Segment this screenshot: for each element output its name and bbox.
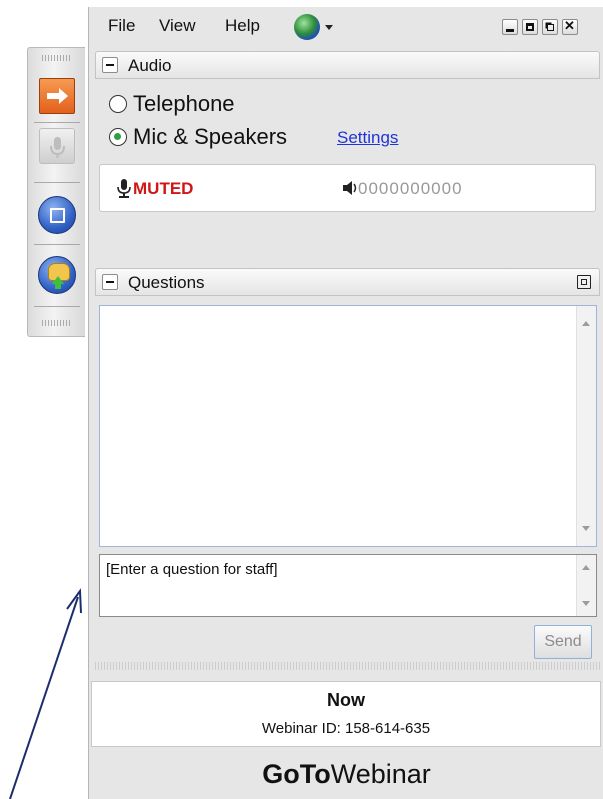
session-info: Now Webinar ID: 158-614-635 bbox=[91, 681, 601, 747]
menu-file[interactable]: File bbox=[108, 16, 135, 36]
session-name: Now bbox=[327, 690, 365, 710]
question-input-scrollbar[interactable] bbox=[576, 555, 596, 616]
audio-section-header: Audio bbox=[95, 51, 600, 79]
scroll-down-icon[interactable] bbox=[582, 601, 590, 606]
menu-view[interactable]: View bbox=[159, 16, 196, 36]
scroll-up-icon[interactable] bbox=[582, 321, 590, 326]
resize-grip[interactable] bbox=[95, 662, 600, 670]
questions-section-header: Questions bbox=[95, 268, 600, 296]
popout-icon[interactable] bbox=[577, 275, 591, 289]
minimize-button[interactable] bbox=[502, 19, 518, 35]
telephone-label[interactable]: Telephone bbox=[133, 91, 235, 117]
brand-logo-rest: Webinar bbox=[330, 759, 431, 789]
mic-speakers-label[interactable]: Mic & Speakers bbox=[133, 124, 287, 150]
grab-toolbar bbox=[27, 47, 85, 337]
toolbar-grip-top[interactable] bbox=[42, 55, 70, 61]
screen-button[interactable] bbox=[38, 196, 76, 234]
telephone-radio[interactable] bbox=[109, 95, 127, 113]
question-input-placeholder: [Enter a question for staff] bbox=[106, 561, 278, 578]
audio-collapse-button[interactable] bbox=[102, 57, 118, 73]
brand-logo-bold: GoTo bbox=[262, 759, 331, 789]
menu-help[interactable]: Help bbox=[225, 16, 260, 36]
questions-collapse-button[interactable] bbox=[102, 274, 118, 290]
raise-hand-button[interactable] bbox=[38, 256, 76, 294]
microphone-icon bbox=[50, 137, 65, 158]
microphone-icon bbox=[117, 179, 131, 198]
scroll-down-icon[interactable] bbox=[582, 526, 590, 531]
settings-link[interactable]: Settings bbox=[337, 128, 398, 148]
maximize-button[interactable] bbox=[522, 19, 538, 35]
arrow-icon bbox=[47, 88, 68, 104]
screen-icon bbox=[50, 208, 65, 223]
toolbar-grip-bottom[interactable] bbox=[42, 320, 70, 326]
scroll-up-icon[interactable] bbox=[582, 565, 590, 570]
speaker-level-meter: 0000000000 bbox=[358, 179, 463, 198]
control-panel: File View Help Audio Telephone Mic & Spe… bbox=[88, 7, 603, 799]
toggle-panel-button[interactable] bbox=[39, 78, 75, 114]
mic-speakers-radio[interactable] bbox=[109, 128, 127, 146]
chevron-down-icon[interactable] bbox=[325, 25, 333, 30]
question-input[interactable]: [Enter a question for staff] bbox=[99, 554, 597, 617]
audio-status-box: MUTED 0000000000 bbox=[99, 164, 596, 212]
questions-title: Questions bbox=[128, 273, 205, 292]
restore-button[interactable] bbox=[542, 19, 558, 35]
webinar-id: Webinar ID: 158-614-635 bbox=[261, 720, 431, 737]
questions-log[interactable] bbox=[99, 305, 597, 547]
send-button[interactable]: Send bbox=[534, 625, 592, 659]
close-button[interactable] bbox=[562, 18, 578, 35]
questions-log-scrollbar[interactable] bbox=[576, 306, 596, 546]
globe-icon[interactable] bbox=[294, 14, 320, 40]
muted-status: MUTED bbox=[133, 179, 194, 198]
menu-bar: File View Help bbox=[89, 7, 603, 43]
audio-title: Audio bbox=[128, 56, 172, 75]
brand-logo: GoToWebinar bbox=[89, 759, 603, 790]
microphone-button[interactable] bbox=[39, 128, 75, 164]
